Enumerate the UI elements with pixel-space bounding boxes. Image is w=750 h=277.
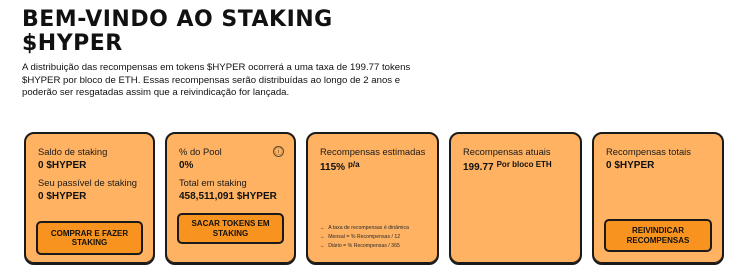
- page-title: BEM-VINDO AO STAKING $HYPER: [22, 8, 333, 56]
- withdraw-staked-button[interactable]: SACAR TOKENS EM STAKING: [177, 213, 284, 244]
- pool-share-value: 0%: [179, 160, 194, 171]
- estimated-rewards-value: 115%: [320, 162, 346, 173]
- buy-and-stake-button[interactable]: COMPRAR E FAZER STAKING: [36, 221, 143, 255]
- rewards-notes: ← A taxa de recompensas é dinâmica ← Mensa…: [320, 224, 409, 252]
- total-rewards-label: Recompensas totais: [606, 146, 691, 157]
- estimated-rewards-unit: p/a: [348, 160, 360, 169]
- estimated-rewards-value-row: 115% p/a: [320, 160, 427, 173]
- arrow-left-icon: ←: [320, 234, 326, 241]
- rewards-note: ← A taxa de recompensas é dinâmica: [320, 225, 409, 231]
- claim-rewards-button[interactable]: REIVINDICAR RECOMPENSAS: [604, 219, 712, 252]
- info-icon[interactable]: ⓘ: [273, 146, 284, 157]
- arrow-left-icon: ←: [320, 243, 326, 250]
- page-title-line-2: $HYPER: [22, 31, 123, 56]
- current-rewards-unit: Por bloco ETH: [496, 160, 552, 169]
- rewards-note: ← Diário = % Recompensas / 365: [320, 243, 400, 250]
- page-title-line-1: BEM-VINDO AO STAKING: [22, 7, 333, 32]
- staking-balance-label: Saldo de staking: [38, 146, 108, 157]
- total-staked-label: Total em staking: [179, 177, 247, 188]
- total-rewards-value: 0 $HYPER: [606, 160, 655, 171]
- pool-share-label: % do Pool: [179, 146, 222, 157]
- stakeable-value: 0 $HYPER: [38, 191, 87, 202]
- pool-share-card: % do Pool ⓘ 0% Total em staking 458,511,…: [165, 132, 296, 265]
- estimated-rewards-label: Recompensas estimadas: [320, 146, 426, 157]
- total-rewards-card: Recompensas totais 0 $HYPER REIVINDICAR …: [592, 132, 724, 265]
- arrow-left-icon: ←: [320, 225, 326, 231]
- estimated-rewards-card: Recompensas estimadas 115% p/a ← A taxa d…: [306, 132, 439, 265]
- total-staked-value: 458,511,091 $HYPER: [179, 191, 277, 202]
- current-rewards-label: Recompensas atuais: [463, 146, 551, 157]
- stakeable-label: Seu passível de staking: [38, 177, 138, 188]
- current-rewards-value: 199.77: [463, 162, 494, 173]
- staking-description: A distribuição das recompensas em tokens…: [22, 62, 411, 99]
- staking-balance-value: 0 $HYPER: [38, 160, 87, 171]
- rewards-note: ← Mensal = % Recompensas / 12: [320, 234, 401, 241]
- current-rewards-card: Recompensas atuais 199.77 Por bloco ETH: [449, 132, 582, 265]
- staking-balance-card: Saldo de staking 0 $HYPER Seu passível d…: [24, 132, 155, 265]
- current-rewards-value-row: 199.77 Por bloco ETH: [463, 160, 570, 173]
